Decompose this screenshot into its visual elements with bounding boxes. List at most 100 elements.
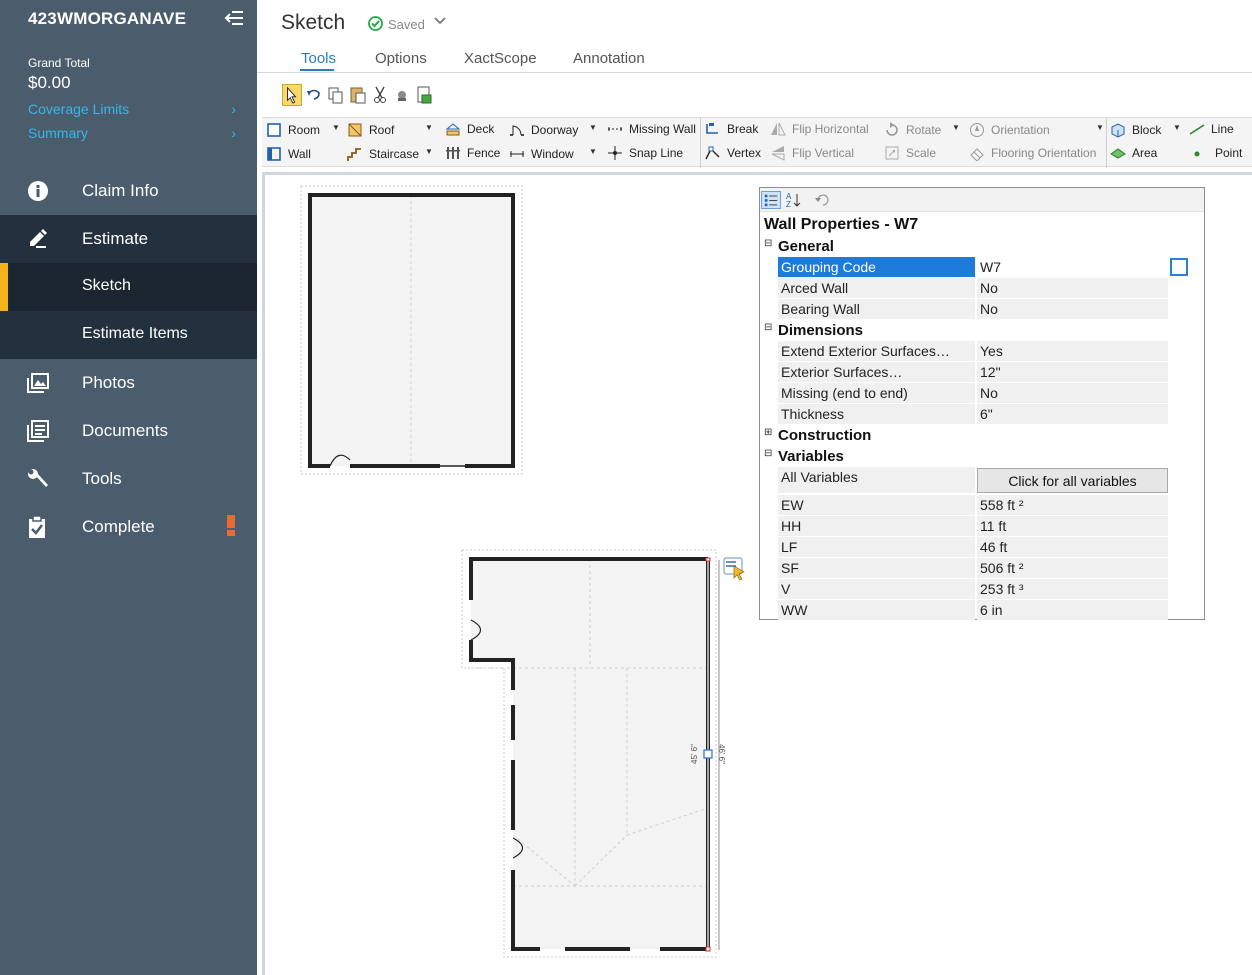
category-construction[interactable]: ⊞ Construction	[760, 426, 1204, 447]
area-label: Area	[1132, 146, 1158, 160]
flooring-orientation-label: Flooring Orientation	[991, 146, 1097, 160]
property-row[interactable]: Grouping Code W7	[778, 257, 1168, 277]
nav-tools-label: Tools	[82, 469, 122, 488]
property-value[interactable]: No	[977, 383, 1168, 403]
summary-link[interactable]: Summary ›	[28, 125, 240, 141]
property-value[interactable]: Yes	[977, 341, 1168, 361]
tab-options[interactable]: Options	[375, 50, 427, 67]
property-value[interactable]: 6"	[977, 404, 1168, 424]
dropdown-arrow-icon[interactable]: ▼	[952, 123, 960, 132]
property-value[interactable]: No	[977, 299, 1168, 319]
properties-cursor-icon[interactable]	[723, 557, 745, 581]
nav-claim-info[interactable]: Claim Info	[0, 167, 257, 215]
expand-icon[interactable]: ⊞	[764, 427, 772, 438]
property-value[interactable]: No	[977, 278, 1168, 298]
nav-sketch[interactable]: Sketch	[0, 263, 257, 311]
property-row[interactable]: Thickness 6"	[778, 404, 1168, 424]
point-icon	[1194, 151, 1200, 157]
rotate-tool[interactable]: Rotate ▼	[884, 120, 964, 140]
dropdown-arrow-icon[interactable]: ▼	[589, 123, 597, 132]
property-row[interactable]: SF 506 ft ²	[778, 558, 1168, 578]
property-row[interactable]: Exterior Surfaces… 12"	[778, 362, 1168, 382]
nav-estimate-items[interactable]: Estimate Items	[0, 311, 257, 359]
tab-xactscope[interactable]: XactScope	[464, 50, 537, 67]
category-construction-label: Construction	[778, 427, 872, 444]
cut-icon[interactable]	[370, 84, 390, 106]
save-sketch-icon[interactable]	[414, 84, 434, 106]
staircase-tool[interactable]: Staircase ▼	[347, 144, 433, 164]
sketch-tools-bar: Room ▼ Wall Roof ▼ Staircase ▼ Deck Fenc…	[262, 117, 1252, 168]
doorway-label: Doorway	[531, 123, 579, 137]
property-row[interactable]: LF 46 ft	[778, 537, 1168, 557]
collapse-sidebar-icon[interactable]	[224, 9, 244, 27]
property-row[interactable]: EW 558 ft ²	[778, 495, 1168, 515]
dropdown-arrow-icon[interactable]: ▼	[425, 123, 433, 132]
property-value: 253 ft ³	[977, 579, 1168, 599]
property-value: 11 ft	[977, 516, 1168, 536]
alphabetical-sort-icon[interactable]: A Z	[784, 191, 804, 209]
paste-icon[interactable]	[348, 84, 368, 106]
nav-tools[interactable]: Tools	[0, 455, 257, 503]
collapse-icon[interactable]: ⊟	[764, 238, 772, 249]
undo-icon[interactable]	[304, 84, 324, 106]
categorized-view-icon[interactable]	[761, 191, 781, 209]
roof-tool[interactable]: Roof ▼	[347, 120, 433, 140]
nav-complete[interactable]: Complete	[0, 503, 257, 551]
copy-icon[interactable]	[326, 84, 346, 106]
window-icon	[510, 151, 524, 157]
block-tool[interactable]: Block ▼	[1110, 120, 1182, 140]
nav-estimate[interactable]: Estimate	[0, 215, 257, 263]
doorway-tool[interactable]: Doorway ▼	[509, 120, 597, 140]
tab-tools[interactable]: Tools	[301, 50, 336, 67]
coverage-limits-link[interactable]: Coverage Limits ›	[28, 101, 240, 117]
collapse-icon[interactable]: ⊟	[764, 322, 772, 333]
all-variables-button[interactable]: Click for all variables	[977, 468, 1168, 493]
nav-photos[interactable]: Photos	[0, 359, 257, 407]
dropdown-arrow-icon[interactable]: ▼	[589, 147, 597, 156]
nav-documents[interactable]: Documents	[0, 407, 257, 455]
room-label: Room	[288, 123, 321, 137]
window-tool[interactable]: Window ▼	[509, 144, 597, 164]
dropdown-arrow-icon[interactable]: ▼	[1173, 123, 1181, 132]
missing-wall-label: Missing Wall	[629, 122, 696, 136]
property-value[interactable]: W7	[977, 257, 1168, 277]
room-shape-1[interactable]	[300, 185, 523, 475]
orientation-tool[interactable]: Orientation ▼	[969, 120, 1104, 140]
dropdown-arrow-icon[interactable]: ▼	[425, 147, 433, 156]
grouping-code-checkbox[interactable]	[1170, 258, 1188, 276]
active-indicator	[0, 263, 8, 311]
collapse-icon[interactable]: ⊟	[764, 448, 772, 459]
photos-icon	[27, 373, 49, 393]
stamp-icon[interactable]	[392, 84, 412, 106]
dimension-label-outer: 46' 6"	[717, 744, 726, 764]
room-shape-2[interactable]: 45' 6" 46' 6"	[461, 549, 726, 958]
block-icon	[1111, 123, 1125, 138]
dropdown-arrow-icon[interactable]: ▼	[1096, 123, 1104, 132]
property-row[interactable]: Extend Exterior Surfaces… Yes	[778, 341, 1168, 361]
property-name: HH	[778, 516, 975, 536]
property-value[interactable]: 12"	[977, 362, 1168, 382]
select-cursor-icon[interactable]	[282, 84, 302, 106]
property-row[interactable]: WW 6 in	[778, 600, 1168, 620]
property-name: LF	[778, 537, 975, 557]
property-row[interactable]: Arced Wall No	[778, 278, 1168, 298]
category-dimensions[interactable]: ⊟ Dimensions	[760, 321, 1204, 342]
property-row[interactable]: Bearing Wall No	[778, 299, 1168, 319]
property-name: Bearing Wall	[778, 299, 975, 319]
staircase-icon	[347, 148, 361, 161]
reset-property-icon[interactable]	[813, 191, 833, 209]
property-row[interactable]: Missing (end to end) No	[778, 383, 1168, 403]
property-name: Thickness	[778, 404, 975, 424]
block-label: Block	[1132, 123, 1162, 137]
line-icon	[1189, 124, 1205, 135]
category-general[interactable]: ⊟ General	[760, 237, 1204, 258]
chevron-down-icon[interactable]	[433, 14, 447, 28]
dropdown-arrow-icon[interactable]: ▼	[332, 123, 340, 132]
property-name: Missing (end to end)	[778, 383, 975, 403]
category-variables[interactable]: ⊟ Variables	[760, 447, 1204, 468]
room-tool[interactable]: Room ▼	[266, 120, 342, 140]
property-row[interactable]: HH 11 ft	[778, 516, 1168, 536]
tab-annotation[interactable]: Annotation	[573, 50, 645, 67]
property-row[interactable]: V 253 ft ³	[778, 579, 1168, 599]
fence-label: Fence	[467, 146, 501, 160]
